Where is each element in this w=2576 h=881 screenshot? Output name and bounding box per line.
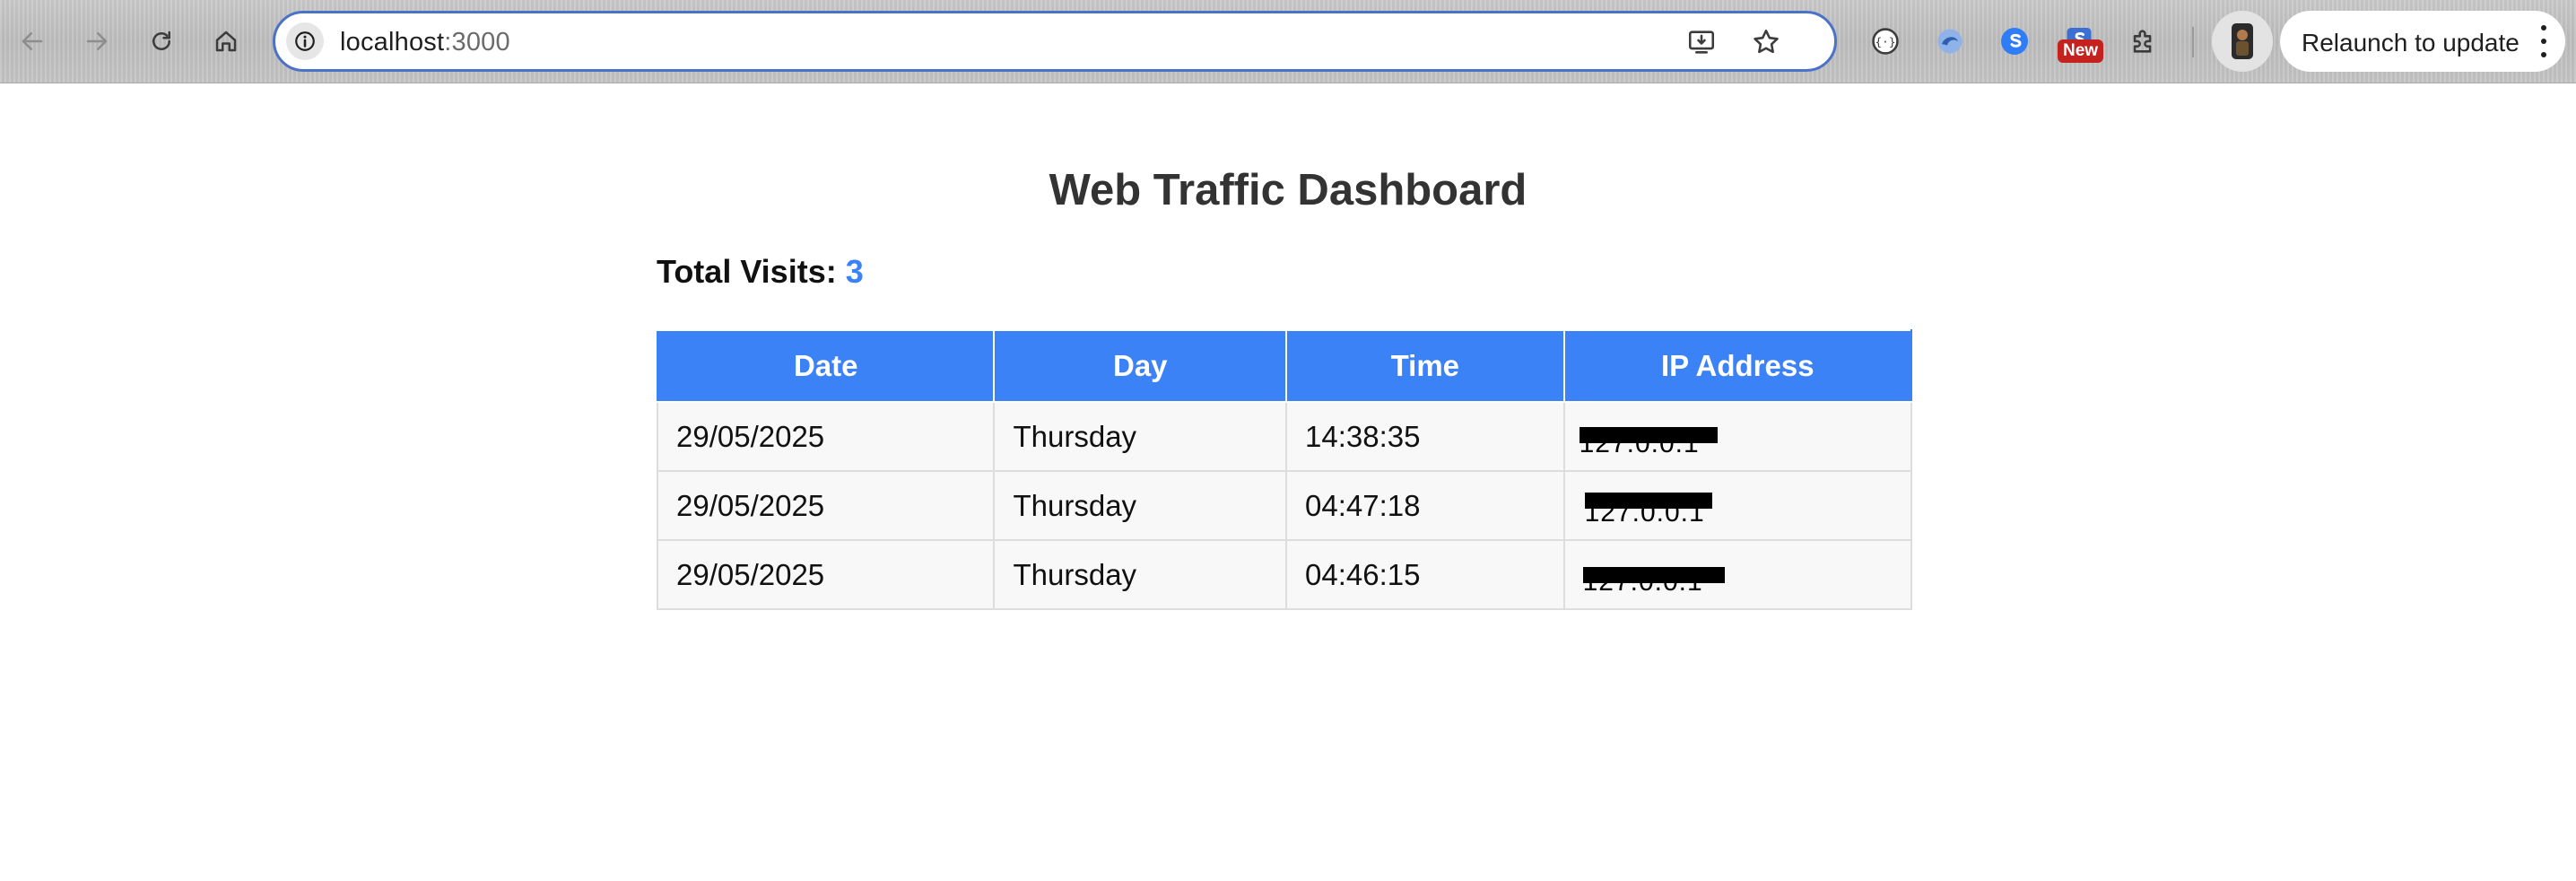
redacted-ip: 127.0.0.1 <box>1579 425 1718 458</box>
toolbar-divider <box>2192 27 2194 57</box>
extension-button-2[interactable] <box>1930 22 1970 61</box>
url-host: localhost <box>340 28 445 57</box>
install-app-icon <box>1688 31 1715 54</box>
blue-s-extension-icon <box>2001 28 2028 55</box>
svg-text:{·}: {·} <box>1875 36 1895 49</box>
total-visits: Total Visits: 3 <box>657 253 864 291</box>
back-button[interactable] <box>13 22 52 61</box>
bookmark-star-icon <box>1754 29 1779 54</box>
cell-date: 29/05/2025 <box>656 401 996 472</box>
table-row: 29/05/2025 Thursday 04:46:15 127.0.0.1 <box>656 539 1913 610</box>
redaction-bar <box>1582 566 1725 583</box>
header-time: Time <box>1285 329 1565 403</box>
cell-date: 29/05/2025 <box>656 539 996 610</box>
header-day: Day <box>993 329 1288 403</box>
reload-icon <box>152 31 170 50</box>
site-info-icon <box>295 31 315 51</box>
page-title: Web Traffic Dashboard <box>1049 166 1527 214</box>
bookmark-button[interactable] <box>1748 24 1784 60</box>
cell-time: 04:46:15 <box>1285 539 1565 610</box>
traffic-table: Date Day Time IP Address 29/05/2025 Thur… <box>656 329 1913 610</box>
extension-button-1[interactable]: {·} <box>1866 22 1905 61</box>
cell-time: 04:47:18 <box>1285 470 1565 541</box>
address-bar[interactable]: localhost:3000 <box>273 11 1837 72</box>
url-port: :3000 <box>444 28 510 57</box>
kebab-menu-icon[interactable] <box>2538 25 2549 57</box>
cell-ip: 127.0.0.1 <box>1562 401 1913 472</box>
cell-ip: 127.0.0.1 <box>1562 539 1913 610</box>
cell-day: Thursday <box>993 470 1288 541</box>
url-text[interactable]: localhost:3000 <box>340 28 510 57</box>
table-row: 29/05/2025 Thursday 14:38:35 127.0.0.1 <box>656 401 1913 472</box>
cell-day: Thursday <box>993 401 1288 472</box>
extension-button-3[interactable] <box>1995 22 2034 61</box>
site-info-button[interactable] <box>286 22 324 60</box>
redaction-bar <box>1579 426 1718 443</box>
cell-day: Thursday <box>993 539 1288 610</box>
header-date: Date <box>656 329 996 403</box>
new-badge: New <box>2058 39 2104 63</box>
forward-arrow-icon <box>86 32 108 50</box>
relaunch-label: Relaunch to update <box>2302 29 2519 57</box>
redacted-ip: 127.0.0.1 <box>1584 492 1712 528</box>
puzzle-icon <box>2133 30 2152 53</box>
table-row: 29/05/2025 Thursday 04:47:18 127.0.0.1 <box>656 470 1913 541</box>
redacted-ip: 127.0.0.1 <box>1582 563 1725 597</box>
profile-avatar-icon <box>2232 23 2253 59</box>
edge-swirl-extension-icon <box>1937 29 1962 54</box>
cell-time: 14:38:35 <box>1285 401 1565 472</box>
forward-button[interactable] <box>77 22 117 61</box>
reload-button[interactable] <box>142 22 181 61</box>
table-header-row: Date Day Time IP Address <box>656 329 1913 403</box>
home-icon <box>215 31 237 52</box>
profile-avatar[interactable] <box>2212 11 2273 72</box>
header-ip-address: IP Address <box>1562 329 1913 403</box>
total-visits-label: Total Visits: <box>657 253 837 290</box>
cell-ip: 127.0.0.1 <box>1562 470 1913 541</box>
home-button[interactable] <box>206 22 246 61</box>
extensions-menu-button[interactable] <box>2124 22 2163 61</box>
code-braces-extension-icon: {·} <box>1872 28 1899 55</box>
cell-date: 29/05/2025 <box>656 470 996 541</box>
total-visits-count: 3 <box>845 253 864 290</box>
relaunch-to-update-button[interactable]: Relaunch to update <box>2280 11 2565 72</box>
back-arrow-icon <box>22 32 43 50</box>
redaction-bar <box>1584 492 1712 509</box>
install-app-button[interactable] <box>1684 24 1719 60</box>
